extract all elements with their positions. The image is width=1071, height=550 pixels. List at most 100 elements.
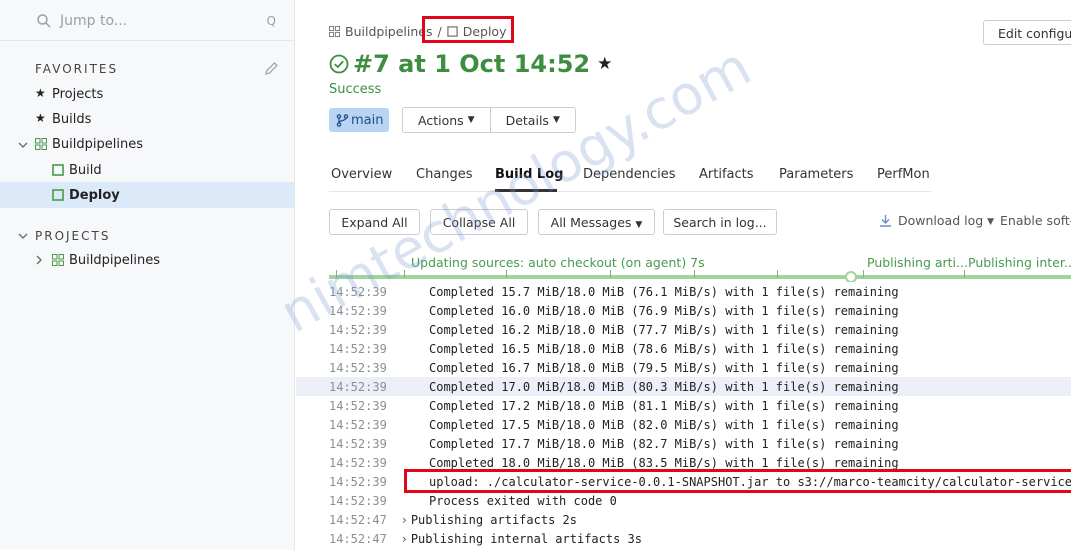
soft-wrap-toggle[interactable]: Enable soft-w [1000,213,1071,228]
chevron-down-icon[interactable] [18,231,28,241]
search-icon [37,14,51,28]
log-text: Completed 16.2 MiB/18.0 MiB (77.7 MiB/s)… [429,322,899,337]
log-time: 14:52:39 [329,322,387,337]
success-check-icon [329,54,349,74]
sidebar-item-label: Build [69,162,102,178]
tab-parameters[interactable]: Parameters [779,167,853,182]
timeline-tick [694,270,695,278]
build-config-icon [52,164,64,176]
sidebar-item-projects[interactable]: ★ Projects [0,81,294,107]
breadcrumb-parent-link[interactable]: Buildpipelines [345,24,432,39]
chevron-right-icon[interactable]: › [402,513,407,527]
branch-label: main [351,112,384,128]
log-text: Completed 16.0 MiB/18.0 MiB (76.9 MiB/s)… [429,303,899,318]
log-text: Publishing internal artifacts 3s [410,531,642,546]
sidebar-item-label: Projects [52,86,104,102]
log-group: › Publishing internal artifacts 3s [402,532,642,546]
log-text: Process exited with code 0 [429,493,617,508]
log-text: Completed 16.7 MiB/18.0 MiB (79.5 MiB/s)… [429,360,899,375]
search-shortcut: Q [266,14,276,28]
log-group-row[interactable]: 14:52:47 › Publishing internal artifacts 3… [296,529,1071,548]
details-button[interactable]: Details ▼ [489,108,575,132]
log-time: 14:52:39 [329,474,387,489]
log-time: 14:52:39 [329,417,387,432]
sidebar-item-project-buildpipelines[interactable]: Buildpipelines [0,247,294,273]
tab-artifacts[interactable]: Artifacts [699,167,754,182]
sidebar-item-build[interactable]: Build [0,157,294,183]
sidebar-item-builds[interactable]: ★ Builds [0,106,294,132]
log-time: 14:52:39 [329,360,387,375]
log-time: 14:52:39 [329,455,387,470]
log-text: Completed 17.7 MiB/18.0 MiB (82.7 MiB/s)… [429,436,899,451]
log-row[interactable]: 14:52:39 Completed 17.2 MiB/18.0 MiB (81.… [296,396,1071,415]
star-icon[interactable]: ★ [597,54,612,74]
sidebar: Jump to... Q FAVORITES ★ Projects ★ Buil… [0,0,295,550]
log-text: Completed 18.0 MiB/18.0 MiB (83.5 MiB/s)… [429,455,899,470]
log-row[interactable]: 14:52:39 Completed 16.0 MiB/18.0 MiB (76.… [296,301,1071,320]
log-row[interactable]: 14:52:39 Completed 16.7 MiB/18.0 MiB (79.… [296,358,1071,377]
actions-button[interactable]: Actions ▼ [403,108,490,132]
log-row[interactable]: 14:52:39 Completed 17.7 MiB/18.0 MiB (82.… [296,434,1071,453]
actions-label: Actions [418,113,464,128]
timeline-tick [777,270,778,278]
build-status: Success [329,82,382,97]
log-row[interactable]: 14:52:39 Completed 16.2 MiB/18.0 MiB (77.… [296,320,1071,339]
highlight-box [404,469,1071,493]
download-icon [880,215,891,227]
highlight-box [422,16,514,43]
timeline-tick [610,270,611,278]
log-group: › Publishing artifacts 2s [402,513,577,527]
tab-perfmon[interactable]: PerfMon [877,167,930,182]
chevron-right-icon[interactable]: › [402,532,407,546]
edit-configuration-button[interactable]: Edit configur [983,20,1071,45]
timeline-stage-publishing-artifacts[interactable]: Publishing arti... [867,255,968,270]
sidebar-item-label: Builds [52,111,92,127]
jump-to-search[interactable]: Jump to... Q [30,8,282,34]
teamcity-app: Jump to... Q FAVORITES ★ Projects ★ Buil… [0,0,1071,550]
search-log-input[interactable]: Search in log... [663,209,777,235]
timeline-stage-publishing-internal[interactable]: Publishing inter... [968,255,1071,270]
projects-title: PROJECTS [35,229,111,243]
build-timeline[interactable] [329,275,1071,279]
sidebar-item-buildpipelines[interactable]: Buildpipelines [0,131,294,157]
expand-all-button[interactable]: Expand All [329,209,420,235]
log-time: 14:52:47 [329,512,387,527]
tab-dependencies[interactable]: Dependencies [583,167,676,182]
log-text: Completed 15.7 MiB/18.0 MiB (76.1 MiB/s)… [429,284,899,299]
sidebar-item-deploy[interactable]: Deploy [0,182,294,208]
log-group-row[interactable]: 14:52:47 › Publishing artifacts 2s [296,510,1071,529]
chevron-down-icon: ▼ [552,115,560,125]
favorites-title: FAVORITES [35,62,119,76]
log-time: 14:52:39 [329,493,387,508]
log-time: 14:52:39 [329,284,387,299]
log-time: 14:52:39 [329,303,387,318]
chevron-down-icon: ▼ [635,220,643,230]
timeline-tick [863,270,864,278]
timeline-tick [336,270,337,278]
log-row[interactable]: 14:52:39 Process exited with code 0 [296,491,1071,510]
build-log: 14:52:39 Completed 15.7 MiB/18.0 MiB (76.… [296,282,1071,550]
log-row-hovered[interactable]: 14:52:39 Completed 17.0 MiB/18.0 MiB (80.… [296,377,1071,396]
sidebar-item-label: Buildpipelines [52,136,143,152]
tab-build-log[interactable]: Build Log [495,167,563,182]
tab-overview[interactable]: Overview [331,167,392,182]
tab-changes[interactable]: Changes [416,167,473,182]
branch-button[interactable]: main [329,108,389,132]
chevron-right-icon[interactable] [34,255,44,265]
log-row[interactable]: 14:52:39 Completed 16.5 MiB/18.0 MiB (78.… [296,339,1071,358]
timeline-tick [964,270,965,278]
project-grid-icon [52,254,64,266]
collapse-all-button[interactable]: Collapse All [430,209,528,235]
details-label: Details [505,113,549,128]
log-row[interactable]: 14:52:39 Completed 15.7 MiB/18.0 MiB (76.… [296,282,1071,301]
all-messages-label: All Messages [550,215,632,230]
log-text: Completed 17.2 MiB/18.0 MiB (81.1 MiB/s)… [429,398,899,413]
all-messages-dropdown[interactable]: All Messages ▼ [538,209,655,235]
log-text: Completed 17.5 MiB/18.0 MiB (82.0 MiB/s)… [429,417,899,432]
chevron-down-icon[interactable] [18,140,28,150]
edit-favorites-icon[interactable] [264,61,279,76]
main-content: Buildpipelines / Deploy Edit configur #7… [296,0,1071,550]
download-log-button[interactable]: Download log ▼ [879,213,994,228]
timeline-stage-checkout[interactable]: Updating sources: auto checkout (on agen… [411,255,705,270]
log-row[interactable]: 14:52:39 Completed 17.5 MiB/18.0 MiB (82.… [296,415,1071,434]
